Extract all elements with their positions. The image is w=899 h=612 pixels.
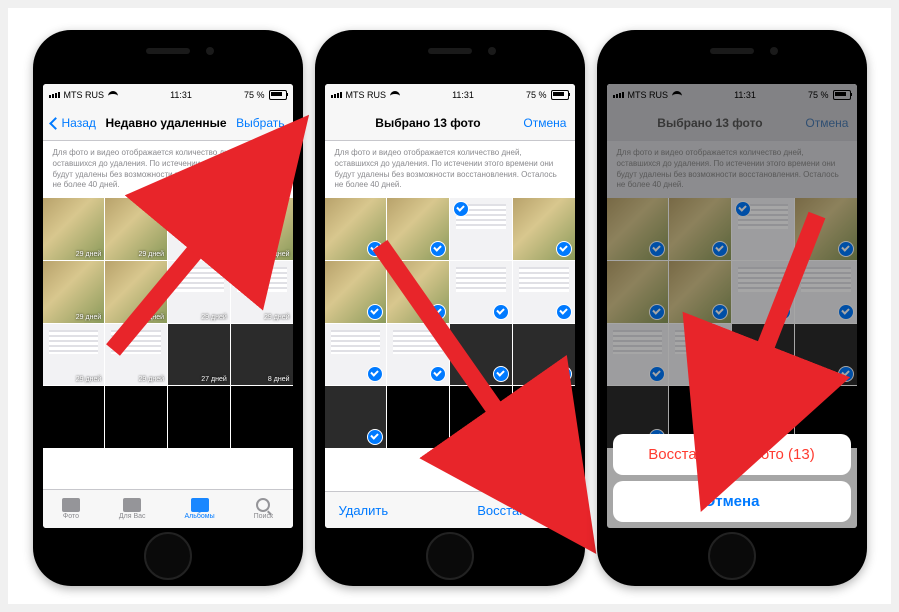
battery-label: 75 %: [526, 90, 547, 100]
info-text: Для фото и видео отображается количество…: [325, 141, 575, 198]
photo-thumb[interactable]: [325, 386, 387, 448]
clock: 11:31: [452, 90, 474, 100]
check-icon: [430, 241, 446, 257]
battery-label: 75 %: [244, 90, 265, 100]
photos-icon: [62, 498, 80, 512]
photo-thumb[interactable]: 29 дней: [43, 261, 105, 323]
photo-thumb[interactable]: [387, 198, 449, 260]
photo-thumb[interactable]: 29 дней: [105, 261, 167, 323]
check-icon: [367, 366, 383, 382]
photo-thumb[interactable]: 29 дней: [168, 198, 230, 260]
photo-thumb[interactable]: 29 дней: [105, 324, 167, 386]
photo-thumb[interactable]: 29 дней: [43, 198, 105, 260]
check-icon: [367, 241, 383, 257]
recover-button[interactable]: Восстановить: [477, 503, 560, 518]
check-icon: [556, 241, 572, 257]
tab-foryou[interactable]: Для Вас: [119, 498, 146, 520]
sheet-cancel-button[interactable]: Отмена: [613, 481, 851, 522]
check-icon: [367, 429, 383, 445]
photo-grid: [325, 198, 575, 448]
check-icon: [430, 366, 446, 382]
photo-thumb[interactable]: [450, 324, 512, 386]
photo-thumb[interactable]: [325, 198, 387, 260]
nav-bar: Выбрано 13 фото Отмена: [325, 106, 575, 141]
back-button[interactable]: Назад: [51, 116, 96, 130]
status-bar: MTS RUS 11:31 75 %: [43, 84, 293, 106]
photo-thumb[interactable]: [513, 324, 575, 386]
home-button[interactable]: [708, 532, 756, 580]
photo-thumb[interactable]: 8 дней: [231, 324, 293, 386]
search-icon: [256, 498, 270, 512]
photo-thumb[interactable]: [387, 324, 449, 386]
photo-thumb[interactable]: 29 дней: [231, 261, 293, 323]
carrier-label: MTS RUS: [346, 90, 387, 100]
empty-cell: [513, 386, 575, 448]
wifi-icon: [108, 91, 118, 99]
check-icon: [367, 304, 383, 320]
page-title: Недавно удаленные: [105, 116, 226, 130]
photo-thumb[interactable]: 29 дней: [231, 198, 293, 260]
photo-thumb[interactable]: 27 дней: [168, 324, 230, 386]
photo-thumb[interactable]: 29 дней: [43, 324, 105, 386]
carrier-label: MTS RUS: [64, 90, 105, 100]
check-icon: [430, 304, 446, 320]
photo-grid: 29 дней 29 дней 29 дней 29 дней 29 дней …: [43, 198, 293, 448]
phone-2: MTS RUS 11:31 75 % Выбрано 13 фото Отмен…: [315, 30, 585, 586]
tab-albums[interactable]: Альбомы: [185, 498, 215, 520]
delete-button[interactable]: Удалить: [339, 503, 389, 518]
chevron-left-icon: [49, 117, 62, 130]
home-button[interactable]: [144, 532, 192, 580]
check-icon: [556, 304, 572, 320]
photo-thumb[interactable]: [450, 198, 512, 260]
tab-bar: Фото Для Вас Альбомы Поиск: [43, 489, 293, 528]
battery-icon: [551, 90, 569, 100]
photo-thumb[interactable]: [513, 261, 575, 323]
page-title: Выбрано 13 фото: [375, 116, 480, 130]
phone-1: MTS RUS 11:31 75 % Назад Недавно удаленн…: [33, 30, 303, 586]
cancel-button[interactable]: Отмена: [523, 116, 566, 130]
check-icon: [556, 366, 572, 382]
photo-thumb[interactable]: [387, 261, 449, 323]
empty-cell: [387, 386, 449, 448]
nav-bar: Назад Недавно удаленные Выбрать: [43, 106, 293, 141]
wifi-icon: [390, 91, 400, 99]
phone-3: MTS RUS 11:31 75 % Выбрано 13 фото Отмен…: [597, 30, 867, 586]
clock: 11:31: [170, 90, 192, 100]
photo-thumb[interactable]: [450, 261, 512, 323]
empty-cell: [450, 386, 512, 448]
recover-photos-button[interactable]: Восстановить фото (13): [613, 434, 851, 475]
empty-cell: [231, 386, 293, 448]
photo-thumb[interactable]: [325, 261, 387, 323]
photo-thumb[interactable]: 29 дней: [168, 261, 230, 323]
photo-thumb[interactable]: [325, 324, 387, 386]
check-icon: [453, 201, 469, 217]
photo-thumb[interactable]: [513, 198, 575, 260]
info-text: Для фото и видео отображается количество…: [43, 141, 293, 198]
tutorial-image: MTS RUS 11:31 75 % Назад Недавно удаленн…: [0, 0, 899, 612]
battery-icon: [269, 90, 287, 100]
back-label: Назад: [62, 116, 96, 130]
foryou-icon: [123, 498, 141, 512]
empty-cell: [43, 386, 105, 448]
check-icon: [493, 304, 509, 320]
empty-cell: [105, 386, 167, 448]
select-button[interactable]: Выбрать: [236, 116, 284, 130]
tab-photos[interactable]: Фото: [62, 498, 80, 520]
action-sheet: Восстановить фото (13) Отмена: [613, 434, 851, 522]
status-bar: MTS RUS 11:31 75 %: [325, 84, 575, 106]
home-button[interactable]: [426, 532, 474, 580]
check-icon: [493, 366, 509, 382]
tab-search[interactable]: Поиск: [254, 498, 273, 520]
albums-icon: [191, 498, 209, 512]
toolbar: Удалить Восстановить: [325, 491, 575, 528]
photo-thumb[interactable]: 29 дней: [105, 198, 167, 260]
empty-cell: [168, 386, 230, 448]
